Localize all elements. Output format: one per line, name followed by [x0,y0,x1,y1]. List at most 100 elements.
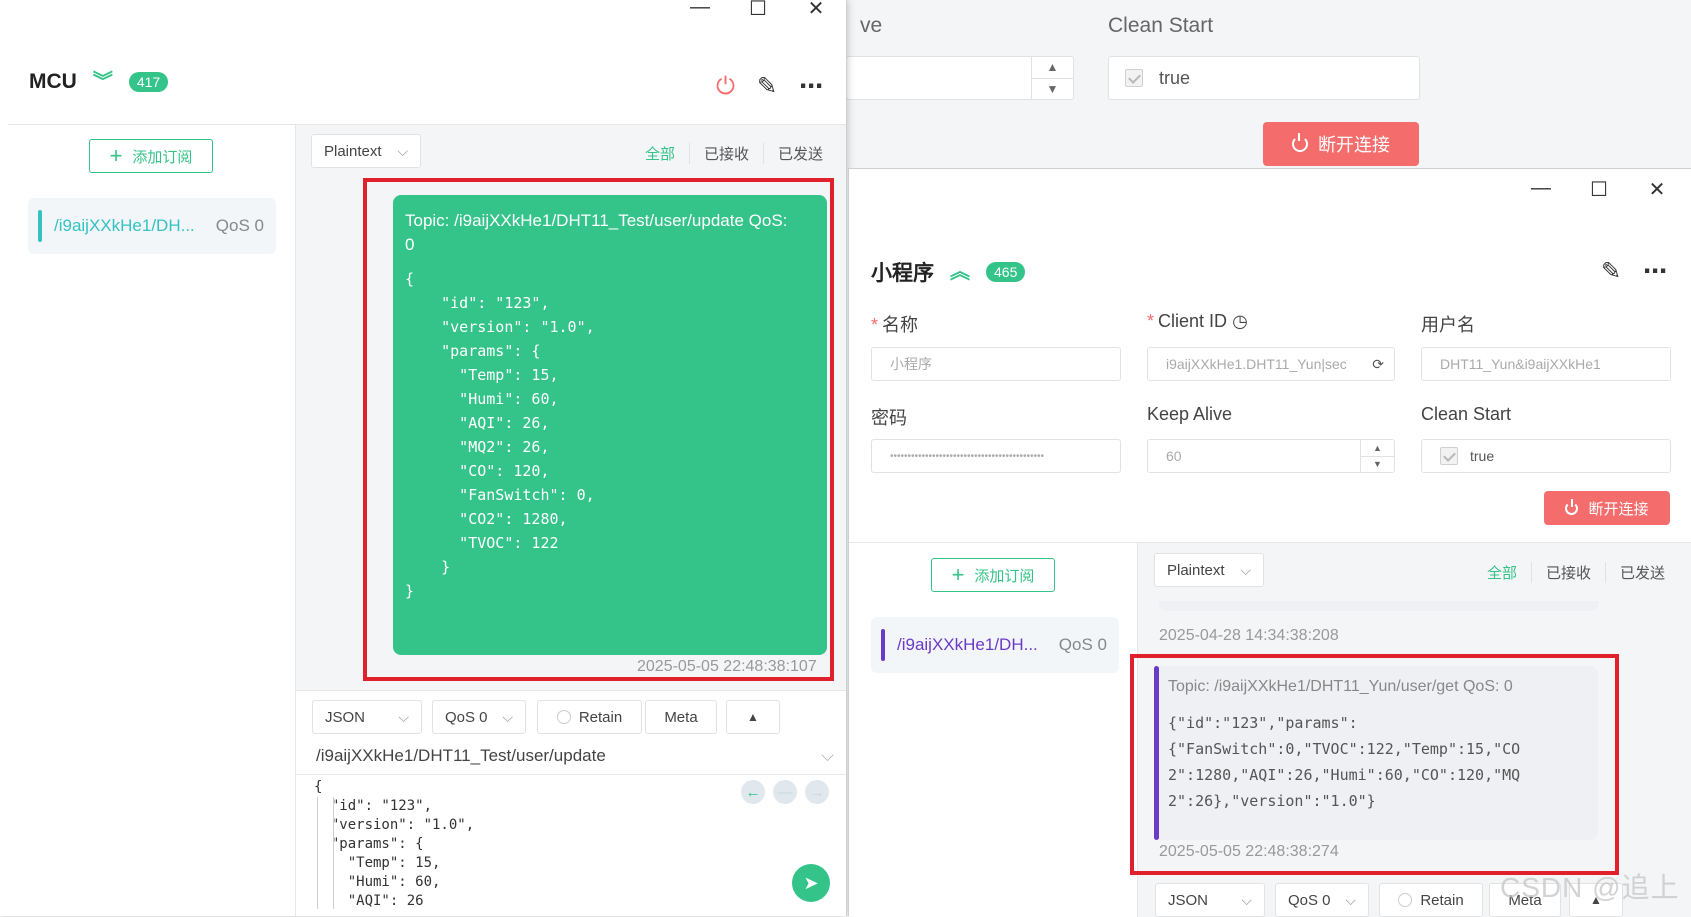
payload-format-select[interactable]: Plaintext ⌵ [311,134,421,168]
minus-icon[interactable]: — [773,780,797,804]
add-subscription-button[interactable]: + 添加订阅 [89,139,213,173]
expand-button[interactable]: ▲ [726,700,780,734]
chevron-down-icon: ⌵ [502,708,513,725]
chevron-down-icon[interactable]: ▼ [1361,455,1394,473]
composer-topic[interactable]: /i9aijXXkHe1/DHT11_Test/user/update [316,746,606,766]
keepalive-value: 60 [1166,448,1182,464]
payload-format-select[interactable]: Plaintext ⌵ [1154,553,1264,587]
refresh-icon[interactable]: ⟳ [1372,356,1384,373]
more-icon[interactable]: ⋯ [799,72,823,101]
composer-qos-value: QoS 0 [1288,891,1331,909]
subscription-color-bar [881,629,885,661]
subscription-qos: QoS 0 [1058,635,1107,654]
subscription-topic: /i9aijXXkHe1/DH... [54,216,195,235]
composer-format-select[interactable]: JSON ⌵ [312,700,422,734]
chevron-up-icon[interactable]: ▲ [1032,57,1073,78]
name-input[interactable]: 小程序 [871,347,1121,381]
highlight-box [363,178,834,681]
username-input[interactable]: DHT11_Yun&i9aijXXkHe1 [1421,347,1671,381]
chevron-down-icon[interactable]: ⌵ [821,746,834,766]
disconnect-label: 断开连接 [1588,500,1649,518]
retain-label: Retain [578,708,623,726]
keepalive-stepper[interactable]: ▲ ▼ [1360,440,1394,472]
disconnect-button[interactable]: 断开连接 [1263,122,1419,166]
subscription-item[interactable]: /i9aijXXkHe1/DH... QoS 0 [871,617,1119,673]
more-icon[interactable]: ⋯ [1643,257,1667,286]
editor-divider [296,774,846,775]
chevron-down-icon: ⌵ [1241,891,1252,908]
send-button[interactable]: ➤ [792,864,830,902]
message-count-badge: 417 [128,72,169,92]
username-label: 用户名 [1421,315,1475,335]
maximize-icon[interactable]: ☐ [746,0,770,21]
chevron-down-icon: ⌵ [398,708,409,725]
chevron-double-up-icon[interactable]: ︽ [950,262,970,282]
editor-line: "params": { [314,836,424,852]
composer-qos-select[interactable]: QoS 0 ⌵ [432,700,526,734]
close-icon[interactable]: ✕ [1645,177,1669,202]
checkbox-icon[interactable] [1125,69,1143,87]
editor-line: "AQI": 26 [314,893,424,908]
client-id-input[interactable]: i9aijXXkHe1.DHT11_Yun|sec ⟳ [1147,347,1395,381]
editor-line: "id": "123", [314,798,433,814]
arrow-left-icon[interactable]: ← [741,780,765,804]
minimize-icon[interactable]: — [688,0,712,21]
disconnect-button[interactable]: 断开连接 [1544,491,1670,525]
client-id-label-text: Client ID [1158,311,1228,331]
connection-header: MCU ︾ 417 [29,70,169,94]
clean-start-label: Clean Start [1108,14,1214,37]
mini-program-window: — ☐ ✕ 小程序 ︽ 465 ✎ ⋯ * 名称 * Client ID ◷ 用户名… [848,168,1691,917]
maximize-icon[interactable]: ☐ [1587,177,1611,202]
window-controls: — ☐ ✕ [1529,177,1669,202]
filter-received[interactable]: 已接收 [689,143,763,164]
filter-received[interactable]: 已接收 [1531,562,1605,583]
add-subscription-button[interactable]: + 添加订阅 [931,558,1055,592]
send-icon: ➤ [803,872,819,893]
password-input[interactable]: ••••••••••••••••••••••••••••••••••••••••… [871,439,1121,473]
editor-line: { [314,779,323,795]
chevron-down-icon: ⌵ [397,142,408,159]
connection-name: MCU [29,70,77,93]
edit-icon[interactable]: ✎ [1601,257,1621,286]
filter-all[interactable]: 全部 [1473,562,1531,583]
keepalive-input[interactable]: 60 ▲ ▼ [1147,439,1395,473]
composer-format-select[interactable]: JSON ⌵ [1155,883,1265,917]
close-icon[interactable]: ✕ [804,0,828,21]
filter-sent[interactable]: 已发送 [763,143,837,164]
chevron-down-icon[interactable]: ▼ [1032,77,1073,100]
clean-start-select[interactable]: true [1108,56,1420,100]
keepalive-input[interactable]: ▲ ▼ [846,56,1074,100]
password-label: 密码 [871,408,907,428]
subscription-item[interactable]: /i9aijXXkHe1/DH... QoS 0 [28,198,276,254]
message-filter-tabs: 全部 已接收 已发送 [631,143,837,164]
retain-toggle[interactable]: Retain [1379,883,1483,917]
chevron-double-down-icon[interactable]: ︾ [93,72,113,92]
filter-sent[interactable]: 已发送 [1605,562,1679,583]
composer-format-value: JSON [325,708,366,726]
edit-icon[interactable]: ✎ [757,72,777,101]
subscription-qos: QoS 0 [215,216,264,235]
filter-all[interactable]: 全部 [631,143,689,164]
clean-start-value: true [1159,67,1191,88]
payload-format-value: Plaintext [1167,561,1225,579]
indent-guide [317,797,318,909]
add-subscription-label: 添加订阅 [132,148,193,166]
previous-timestamp: 2025-04-28 14:34:38:208 [1159,627,1339,644]
clean-start-value: true [1470,448,1495,464]
checkbox-icon[interactable] [1440,447,1458,465]
minimize-icon[interactable]: — [1529,177,1553,202]
composer-qos-select[interactable]: QoS 0 ⌵ [1275,883,1369,917]
power-icon[interactable]: ⏻ [716,73,735,101]
subscription-topic: /i9aijXXkHe1/DH... [897,635,1038,654]
meta-button[interactable]: Meta [645,700,717,734]
plus-icon: + [951,562,965,587]
plus-icon: + [109,143,123,168]
composer-topic-row[interactable]: /i9aijXXkHe1/DHT11_Test/user/update ⌵ [316,746,834,766]
clean-start-select[interactable]: true [1421,439,1671,473]
keepalive-stepper[interactable]: ▲ ▼ [1031,57,1073,99]
add-subscription-label: 添加订阅 [974,567,1035,585]
arrow-right-icon[interactable]: → [805,780,829,804]
retain-toggle[interactable]: Retain [537,700,642,734]
partial-label: ve [860,14,883,37]
chevron-up-icon[interactable]: ▲ [1361,440,1394,456]
